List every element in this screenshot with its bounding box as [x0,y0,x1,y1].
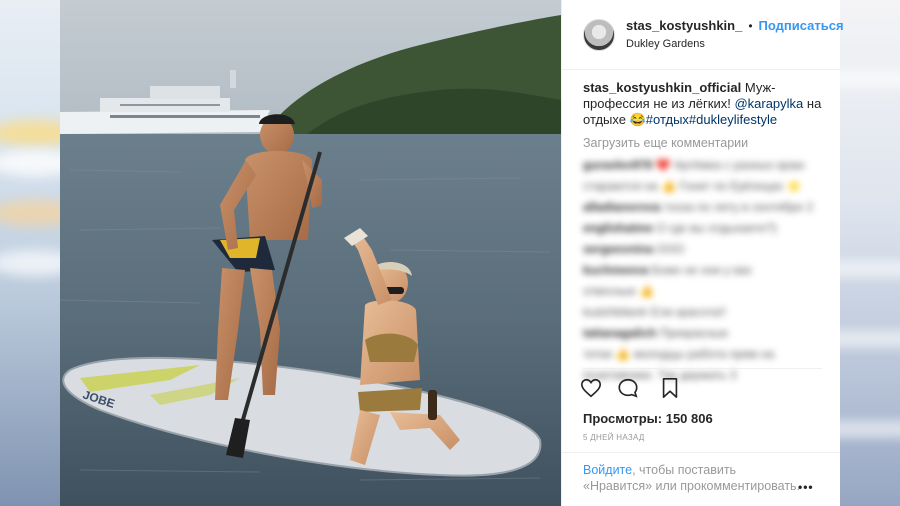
comment-button[interactable] [616,376,640,400]
post-photo[interactable]: JOBE [60,0,561,506]
post-header: stas_kostyushkin_ • Подписаться Dukley G… [562,0,844,70]
comment-user[interactable]: kuchmeeva [583,263,648,277]
comment-item: стараются на 👍 Гонит по Ерёзнцах ⭐ [583,177,822,196]
comment-item: kudzhbilantr Ели красота!! [583,303,822,322]
views-value: 150 806 [665,411,713,426]
save-button[interactable] [658,376,682,400]
avatar[interactable] [583,18,615,51]
post-actions [579,376,682,400]
decor-streak [0,150,60,176]
like-button[interactable] [579,376,603,400]
decor-streak [840,70,900,88]
location-link[interactable]: Dukley Gardens [626,36,844,52]
decor-streak [840,330,900,348]
decor-streak [840,260,900,278]
comments-section: stas_kostyushkin_official Муж-профессия … [562,70,840,385]
comment-text: тоска по лету в сентябре 2 [663,200,814,214]
divider [583,368,822,369]
decor-streak [0,120,60,146]
post-caption: stas_kostyushkin_official Муж-профессия … [583,80,822,128]
decor-streak [0,250,60,276]
decor-streak [840,420,900,438]
post-timestamp[interactable]: 5 ДНЕЙ НАЗАД [583,433,645,442]
load-more-comments-button[interactable]: Загрузить еще комментарии [583,136,822,150]
comment-text: ООО [656,242,685,256]
comment-item: тетки 👍 молодцы работа прям на [583,345,822,364]
comment-user[interactable]: guravlev978 [583,158,652,172]
comment-text: Прекрасные [659,326,729,340]
username-link[interactable]: stas_kostyushkin_ [626,18,742,34]
bookmark-icon [662,378,678,398]
comment-text: тетки 👍 молодцы работа прям на [583,347,775,361]
follow-button[interactable]: Подписаться [759,18,844,34]
separator-dot: • [748,18,753,33]
photo-scene: JOBE [60,0,561,506]
views-label: Просмотры: [583,411,663,426]
comment-text: ❤️ Артёмка с разных краю [655,158,805,172]
login-link[interactable]: Войдите [583,463,632,477]
comment-user[interactable]: englishatme [583,221,653,235]
background-left-blur [0,0,60,506]
comment-item: отвесные 👍 [583,282,822,301]
comment-item: sergeevnina ООО [583,240,822,259]
caption-author-link[interactable]: stas_kostyushkin_official [583,80,741,95]
comment-user[interactable]: alladianorova [583,200,660,214]
post-sidebar: stas_kostyushkin_ • Подписаться Dukley G… [561,0,844,506]
comment-item: tatianagalich Прекрасные [583,324,822,343]
heart-icon [581,378,601,398]
decor-streak [0,200,60,226]
comment-text: отвесные 👍 [583,284,655,298]
comment-item: guravlev978 ❤️ Артёмка с разных краю [583,156,822,175]
comment-text: Боже не они у вас [651,263,753,277]
comment-item: kuchmeeva Боже не они у вас [583,261,822,280]
hashtag-links[interactable]: #отдых#dukleylifestyle [646,112,777,127]
comment-list: guravlev978 ❤️ Артёмка с разных краю ста… [583,156,822,385]
comment-user[interactable]: sergeevnina [583,242,653,256]
mention-link[interactable]: @karapylka [734,96,803,111]
comment-text: О где вы отдыхаете?) [656,221,777,235]
comment-item: englishatme О где вы отдыхаете?) [583,219,822,238]
views-count[interactable]: Просмотры: 150 806 [583,411,713,426]
more-options-button[interactable]: ••• [798,480,814,494]
comment-icon [618,378,638,398]
comment-item: alladianorova тоска по лету в сентябре 2 [583,198,822,217]
comment-text: kudzhbilantr Ели красота!! [583,305,726,319]
login-prompt: Войдите, чтобы поставить «Нравится» или … [583,462,803,494]
divider [562,452,840,453]
comment-text: стараются на 👍 Гонит по Ерёзнцах ⭐ [583,179,802,193]
comment-user[interactable]: tatianagalich [583,326,656,340]
background-right-blur [840,0,900,506]
